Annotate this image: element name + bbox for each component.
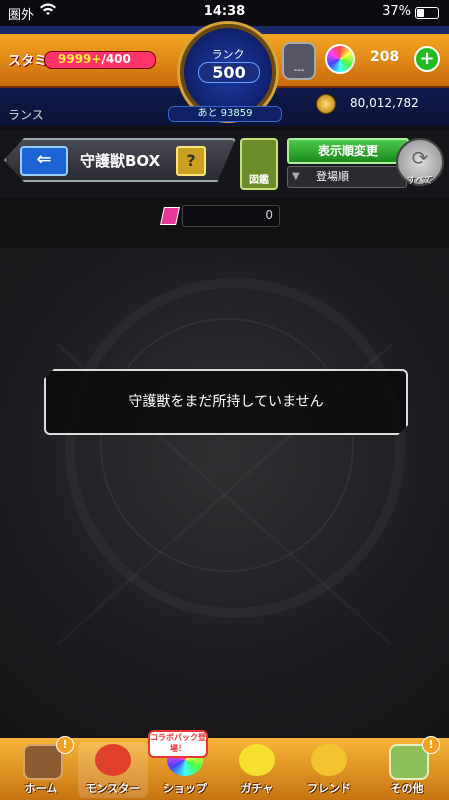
nav-other[interactable]: ! その他 — [372, 736, 442, 798]
nav-label: ガチャ — [240, 782, 274, 795]
empty-message-box: 守護獣をまだ所持していません — [44, 369, 408, 435]
item-counter: 0 — [160, 205, 280, 227]
sort-current: 登場順 — [316, 170, 349, 183]
top-hud: スタミナ 9999+/400 --- 208 + ランク 500 あと 9385… — [0, 24, 449, 126]
friend-icon — [311, 744, 347, 776]
status-bar: 圏外 14:38 37% — [0, 0, 449, 26]
nav-gacha[interactable]: ガチャ — [222, 742, 292, 798]
monster-icon — [95, 744, 131, 776]
collab-badge: コラボパック登場！ — [148, 730, 208, 758]
rank-label: ランク — [211, 48, 245, 61]
filter-all-button[interactable]: ⟳ すべて — [396, 138, 444, 186]
nav-label: フレンド — [307, 782, 351, 795]
sort-order-selector[interactable]: ▼ 登場順 — [287, 166, 407, 188]
battery-icon — [415, 7, 439, 19]
battery-percent: 37% — [382, 4, 411, 19]
rank-next-exp: あと 93859 — [168, 106, 282, 122]
notification-badge: ! — [422, 736, 440, 754]
nav-label: ホーム — [24, 782, 58, 795]
nav-label: その他 — [390, 782, 424, 795]
bottom-nav: ! ホーム モンスター ショップ ガチャ フレンド ! その他 — [0, 736, 449, 800]
zukan-label: 図鑑 — [249, 175, 269, 186]
coin-icon — [316, 94, 336, 114]
back-arrow-icon[interactable]: ⇐ — [20, 146, 68, 176]
counter-box: 0 — [182, 205, 280, 227]
orb-icon[interactable] — [325, 44, 355, 74]
box-header: ⇐ 守護獣BOX ? 図鑑 表示順変更 ▼ 登場順 — [0, 130, 449, 198]
gauge-icon[interactable]: --- — [282, 42, 316, 80]
gem-icon — [160, 207, 180, 225]
buy-orb-button[interactable]: + — [414, 46, 440, 72]
filter-all-label: すべて — [406, 176, 433, 186]
counter-value: 0 — [265, 208, 273, 222]
gacha-icon — [239, 744, 275, 776]
filter-icon: ▼ — [292, 171, 300, 182]
nav-friend[interactable]: フレンド — [294, 742, 364, 798]
nav-label: ショップ — [163, 782, 207, 795]
nav-monster[interactable]: モンスター — [78, 742, 148, 798]
page-title: 守護獣BOX — [80, 152, 161, 170]
empty-message: 守護獣をまだ所持していません — [128, 394, 324, 410]
stamina-max: /400 — [101, 52, 131, 66]
rank-value: 500 — [198, 62, 260, 83]
player-name: ランス — [8, 108, 44, 122]
nav-label: モンスター — [85, 782, 141, 795]
gauge-value: --- — [293, 65, 305, 76]
stamina-text: 9999+/400 — [58, 52, 131, 66]
sort-button[interactable]: 表示順変更 — [287, 138, 409, 164]
coin-count: 80,012,782 — [350, 96, 419, 110]
stamina-current: 9999+ — [58, 52, 102, 66]
content-area: 守護獣をまだ所持していません — [0, 248, 449, 738]
background-emblem-inner — [100, 318, 354, 572]
zukan-button[interactable]: 図鑑 — [240, 138, 278, 190]
orb-count: 208 — [370, 49, 400, 65]
help-button[interactable]: ? — [176, 146, 206, 176]
notification-badge: ! — [56, 736, 74, 754]
refresh-icon: ⟳ — [411, 146, 429, 170]
nav-home[interactable]: ! ホーム — [6, 736, 76, 798]
